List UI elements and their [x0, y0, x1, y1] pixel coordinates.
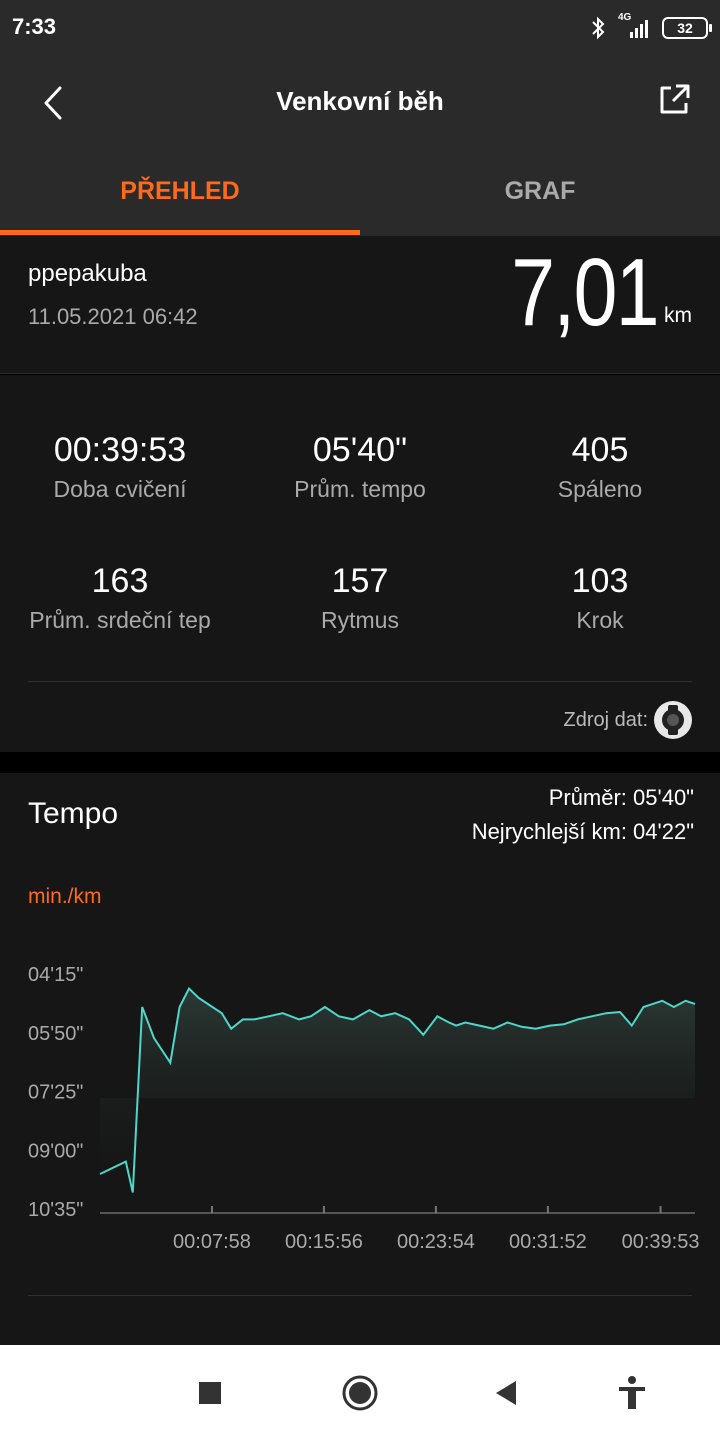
recent-apps-icon: [199, 1382, 221, 1404]
workout-datetime: 11.05.2021 06:42: [28, 304, 198, 329]
page-title: Venkovní běh: [276, 86, 444, 116]
status-time: 7:33: [12, 14, 57, 39]
battery-icon: 32: [662, 17, 712, 39]
home-button[interactable]: [340, 1373, 380, 1413]
stat-calories: 405 Spáleno: [480, 431, 720, 503]
bluetooth-icon: [592, 16, 605, 40]
system-nav-bar: [0, 1345, 720, 1440]
accessibility-icon: [619, 1376, 645, 1409]
back-icon: [496, 1381, 516, 1405]
x-tick-label: 00:07:58: [173, 1231, 251, 1253]
stat-value: 163: [91, 562, 149, 600]
stat-cadence: 157 Rytmus: [240, 562, 480, 634]
battery-level: 32: [677, 20, 693, 36]
stat-label: Spáleno: [557, 476, 643, 502]
stat-avg-pace: 05'40" Prům. tempo: [240, 431, 480, 503]
x-tick-label: 00:23:54: [397, 1231, 475, 1253]
y-tick-label: 05'50": [28, 1023, 83, 1045]
pace-title: Tempo: [28, 797, 119, 830]
active-tab-indicator: [0, 230, 360, 235]
share-button[interactable]: [654, 80, 694, 120]
workout-summary: ppepakuba 11.05.2021 06:42 7,01 km: [0, 236, 720, 374]
pace-unit: min./km: [28, 885, 102, 908]
username: ppepakuba: [28, 260, 147, 287]
pace-average: Průměr: 05'40": [548, 785, 694, 810]
stat-label: Doba cvičení: [53, 476, 187, 502]
stat-value: 05'40": [312, 431, 408, 469]
tab-overview[interactable]: PŘEHLED: [0, 166, 360, 236]
stat-duration: 00:39:53 Doba cvičení: [0, 431, 240, 503]
stat-label: Rytmus: [321, 607, 399, 633]
divider: [28, 681, 692, 682]
home-icon: [342, 1375, 378, 1411]
stat-label: Prům. srdeční tep: [29, 607, 211, 633]
x-tick-label: 00:31:52: [509, 1231, 587, 1253]
pace-area: [100, 988, 695, 1193]
stats-grid: 00:39:53 Doba cvičení 05'40" Prům. tempo…: [0, 375, 720, 752]
watch-icon[interactable]: [654, 701, 692, 739]
stat-heart-rate: 163 Prům. srdeční tep: [0, 562, 240, 634]
data-source-label: Zdroj dat:: [563, 709, 648, 731]
status-bar: 7:33 4G 32: [0, 0, 720, 56]
tab-graph[interactable]: GRAF: [360, 166, 720, 236]
x-tick-label: 00:15:56: [285, 1231, 363, 1253]
x-tick-label: 00:39:53: [622, 1231, 700, 1253]
distance-unit: km: [664, 304, 692, 327]
signal-icon: 4G: [616, 12, 652, 40]
stat-value: 405: [571, 431, 629, 469]
stat-value: 103: [571, 562, 629, 600]
y-tick-label: 09'00": [28, 1140, 83, 1162]
recent-apps-button[interactable]: [190, 1373, 230, 1413]
pace-chart[interactable]: 04'15" 05'50" 07'25" 09'00" 10'35" 00:07:58 00…: [0, 943, 720, 1263]
stat-value: 157: [331, 562, 389, 600]
y-tick-label: 10'35": [28, 1199, 83, 1221]
stat-label: Krok: [576, 607, 624, 633]
accessibility-button[interactable]: [612, 1373, 652, 1413]
app-header: Venkovní běh PŘEHLED GRAF: [0, 56, 720, 236]
nav-back-button[interactable]: [486, 1373, 526, 1413]
pace-fastest: Nejrychlejší km: 04'22": [471, 819, 694, 844]
stat-stride: 103 Krok: [480, 562, 720, 634]
stat-label: Prům. tempo: [294, 476, 426, 502]
status-icons: 4G 32: [590, 12, 712, 42]
y-tick-label: 04'15": [28, 964, 83, 986]
divider: [28, 1295, 692, 1296]
y-tick-label: 07'25": [28, 1082, 83, 1104]
stat-value: 00:39:53: [53, 431, 187, 469]
distance-value: 7,01: [511, 239, 659, 346]
share-icon: [660, 84, 690, 114]
pace-card: Tempo Průměr: 05'40" Nejrychlejší km: 04…: [0, 773, 720, 1345]
